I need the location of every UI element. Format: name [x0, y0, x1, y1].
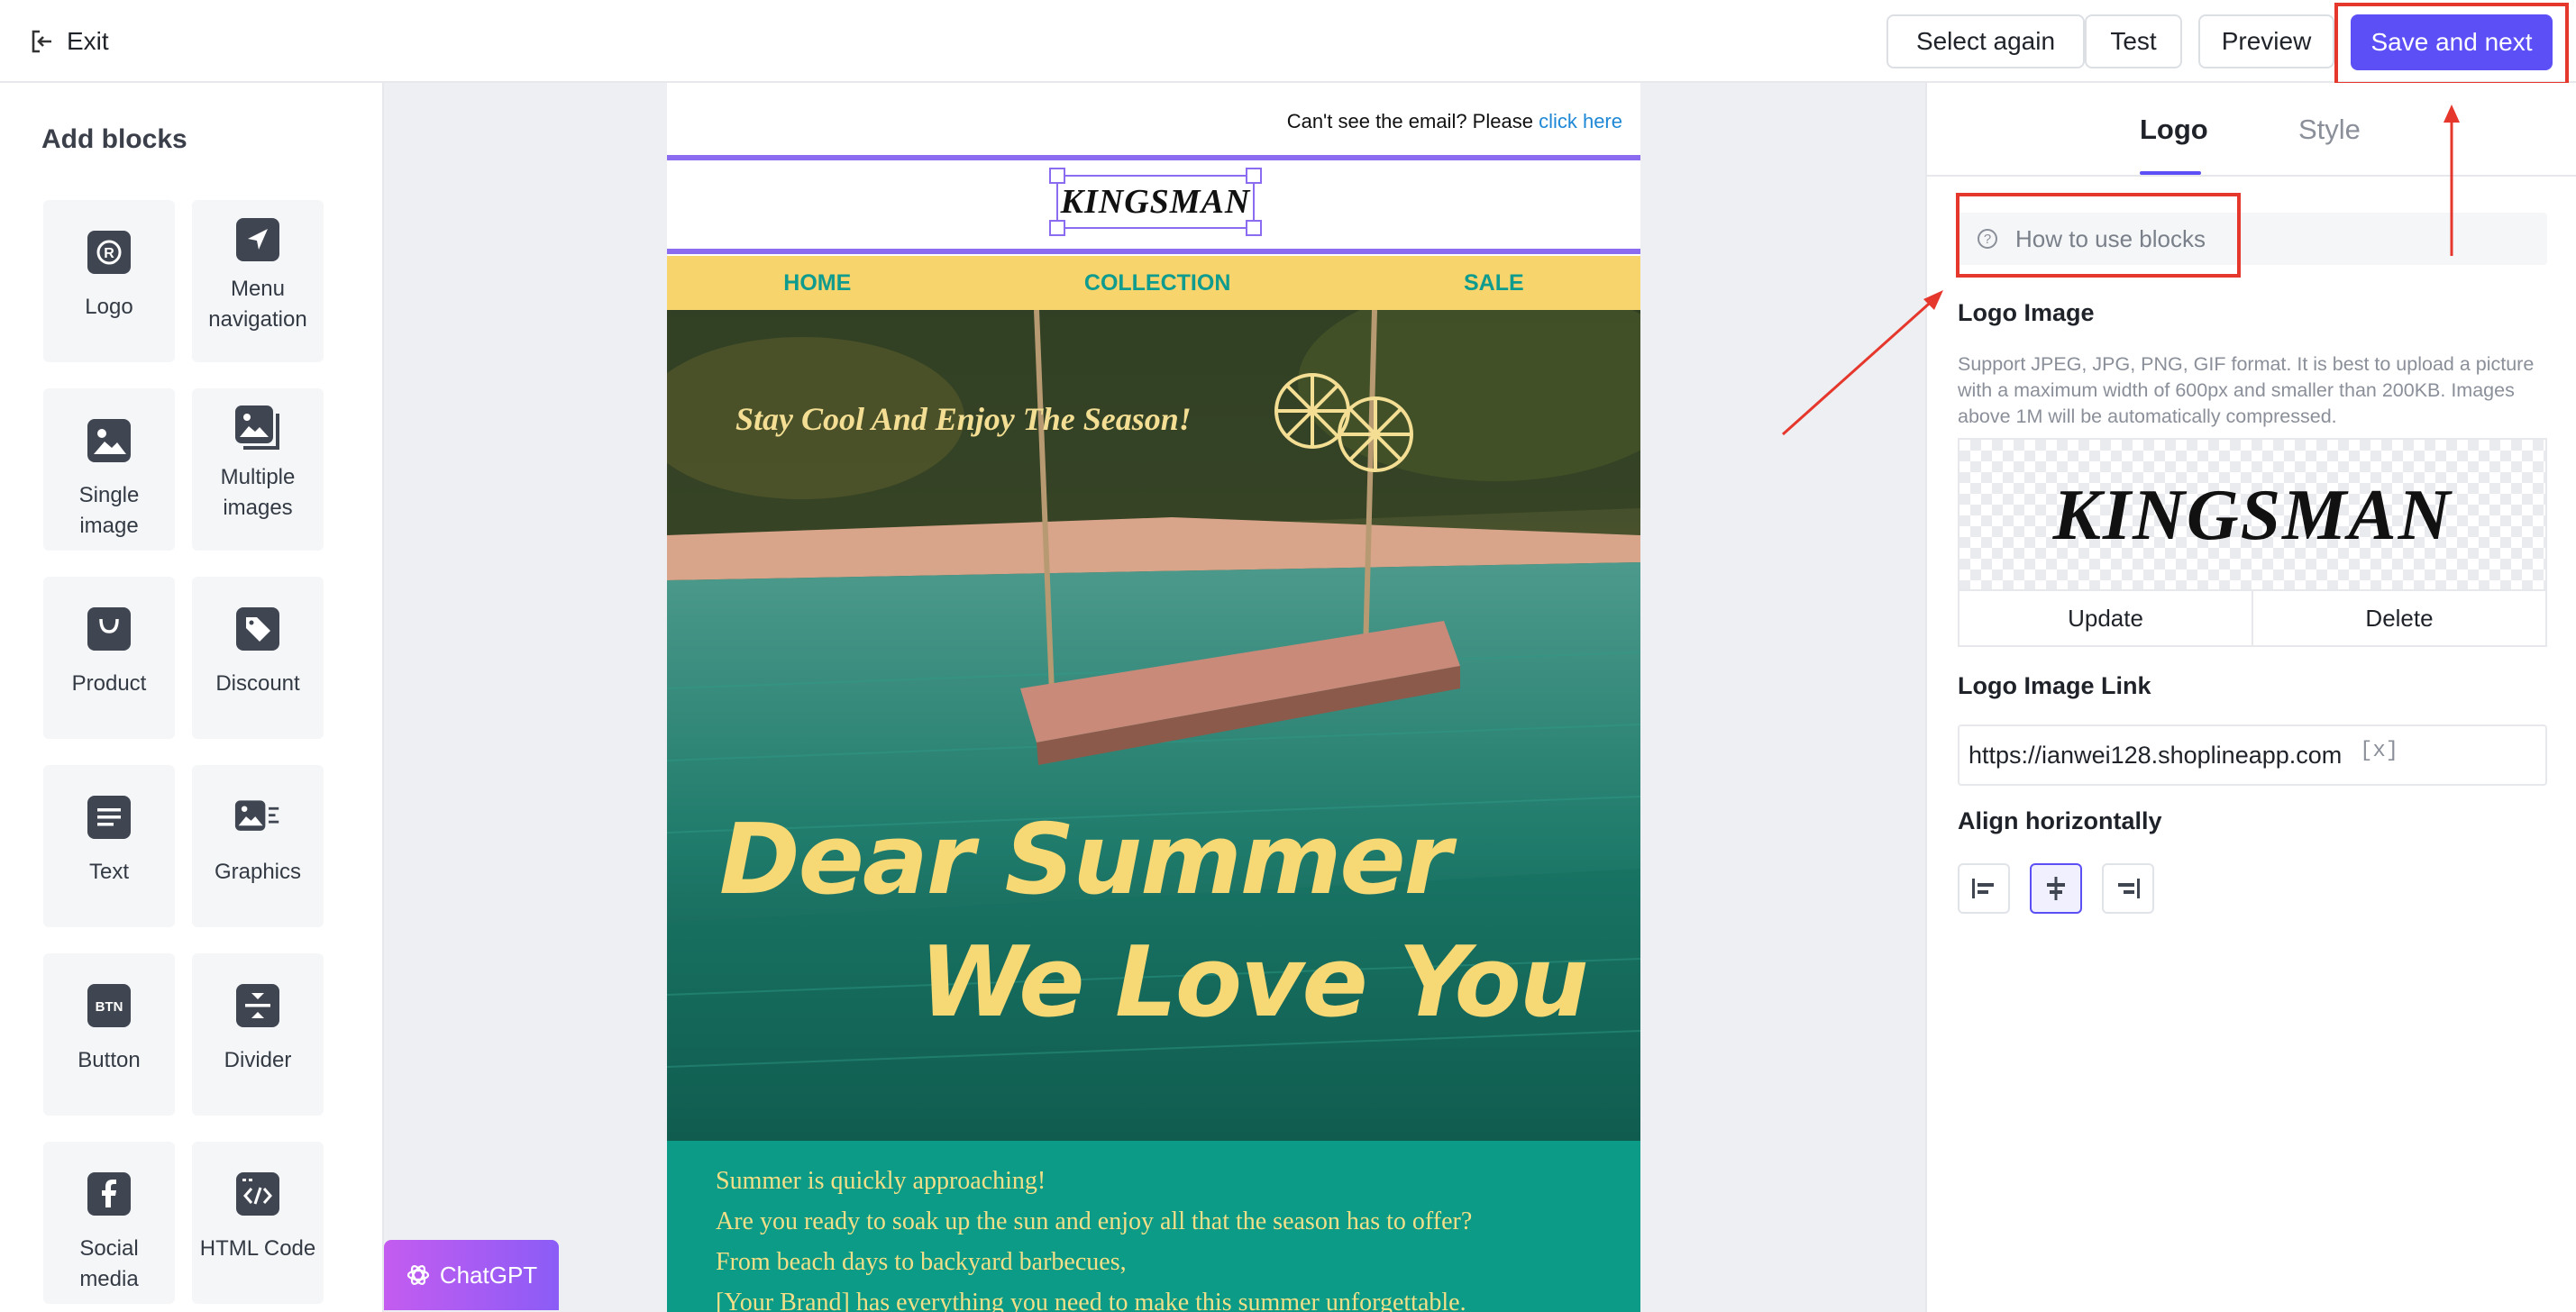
hero-headline-line1: Dear Summer: [719, 804, 1452, 916]
button-icon: BTN: [86, 982, 132, 1029]
block-label: Text: [88, 860, 129, 884]
resize-handle[interactable]: [1049, 220, 1065, 236]
annotation-box-howto: [1956, 193, 2241, 278]
active-tab-indicator: [2140, 171, 2201, 175]
block-graphics[interactable]: Graphics: [192, 765, 324, 927]
email-text-block[interactable]: Summer is quickly approaching! Are you r…: [667, 1141, 1640, 1312]
copy-line: Summer is quickly approaching!: [716, 1167, 1046, 1195]
block-text[interactable]: Text: [43, 765, 175, 927]
navigation-arrow-icon: [234, 216, 281, 263]
logo-link-input[interactable]: [1958, 724, 2547, 786]
email-preview: Can't see the email? Please click here K…: [667, 83, 1640, 1312]
block-html-code[interactable]: HTML Code: [192, 1142, 324, 1304]
button-icon-text: BTN: [96, 999, 123, 1015]
exit-label: Exit: [67, 27, 109, 55]
code-icon: [234, 1171, 281, 1217]
copy-line: From beach days to backyard barbecues,: [716, 1248, 1127, 1276]
chatgpt-button[interactable]: ChatGPT: [384, 1240, 559, 1310]
block-social-media[interactable]: Social media: [43, 1142, 175, 1304]
multiple-images-icon: [234, 405, 281, 451]
email-nav-bar: HOME COLLECTION SALE: [667, 256, 1640, 310]
divider-icon: [234, 982, 281, 1029]
preview-logo-text: KINGSMAN: [2052, 475, 2453, 555]
logo-icon: R: [86, 229, 132, 276]
resize-handle[interactable]: [1246, 220, 1262, 236]
preview-button[interactable]: Preview: [2198, 14, 2334, 68]
block-label: Single image: [78, 483, 140, 538]
shopping-bag-icon: [86, 606, 132, 652]
image-icon: [86, 417, 132, 464]
logo-image-actions: Update Delete: [1958, 589, 2547, 647]
preheader-link[interactable]: click here: [1539, 110, 1622, 132]
hero-tagline: Stay Cool And Enjoy The Season!: [735, 401, 1192, 437]
svg-text:R: R: [104, 246, 114, 261]
block-label: Graphics: [214, 860, 302, 884]
block-label: Product: [71, 671, 147, 696]
exit-button[interactable]: Exit: [31, 23, 109, 59]
resize-handle[interactable]: [1246, 168, 1262, 184]
block-single-image[interactable]: Single image: [43, 388, 175, 551]
settings-tabs: Logo Style: [1927, 83, 2576, 177]
block-divider[interactable]: Divider: [192, 953, 324, 1116]
copy-line: Are you ready to soak up the sun and enj…: [716, 1207, 1473, 1235]
nav-home[interactable]: HOME: [783, 270, 851, 296]
blocks-sidebar: Add blocks R Logo Menu navigation Single…: [0, 83, 384, 1312]
test-button[interactable]: Test: [2085, 14, 2182, 68]
logo-image-label: Logo Image: [1958, 299, 2095, 326]
blocks-title: Add blocks: [41, 124, 187, 154]
block-label: Multiple images: [220, 465, 296, 520]
annotation-box-save: [2334, 3, 2569, 86]
align-left-button[interactable]: [1958, 863, 2010, 914]
text-icon: [86, 794, 132, 841]
openai-icon: [406, 1265, 429, 1285]
facebook-icon: [86, 1171, 132, 1217]
clear-link-button[interactable]: [x]: [2360, 739, 2398, 763]
annotation-arrow-icon: [2444, 105, 2460, 256]
logo-image-preview: KINGSMAN: [1958, 438, 2547, 591]
align-center-button[interactable]: [2030, 863, 2082, 914]
block-multiple-images[interactable]: Multiple images: [192, 388, 324, 551]
nav-collection[interactable]: COLLECTION: [1084, 270, 1231, 296]
block-label: Menu navigation: [208, 277, 307, 332]
align-left-icon: [1972, 879, 1994, 898]
block-menu-navigation[interactable]: Menu navigation: [192, 200, 324, 362]
graphics-icon: [234, 794, 281, 841]
block-label: Discount: [215, 671, 300, 696]
block-label: Logo: [85, 295, 133, 319]
block-label: Button: [78, 1048, 141, 1072]
hero-headline-line2: We Love You: [919, 926, 1589, 1039]
block-label: HTML Code: [199, 1236, 316, 1261]
top-bar: Exit Select again Test Preview Save and …: [0, 0, 2576, 83]
preheader-text: Can't see the email? Please: [1286, 110, 1539, 132]
delete-button[interactable]: Delete: [2253, 591, 2545, 645]
block-logo[interactable]: R Logo: [43, 200, 175, 362]
select-again-button[interactable]: Select again: [1886, 14, 2085, 68]
tab-logo[interactable]: Logo: [2140, 114, 2208, 146]
chatgpt-label: ChatGPT: [439, 1261, 538, 1289]
tab-style[interactable]: Style: [2298, 114, 2361, 146]
block-product[interactable]: Product: [43, 577, 175, 739]
hero-image[interactable]: Stay Cool And Enjoy The Season! Dear Sum…: [667, 310, 1640, 1141]
align-right-icon: [2118, 879, 2140, 898]
exit-icon: [32, 30, 51, 53]
align-right-button[interactable]: [2102, 863, 2154, 914]
block-discount[interactable]: Discount: [192, 577, 324, 739]
tag-icon: [234, 606, 281, 652]
preheader: Can't see the email? Please click here: [1287, 110, 1622, 133]
logo-link-label: Logo Image Link: [1958, 672, 2151, 699]
block-label: Social media: [79, 1236, 139, 1291]
copy-line: [Your Brand] has everything you need to …: [716, 1289, 1466, 1312]
nav-sale[interactable]: SALE: [1464, 270, 1524, 296]
block-label: Divider: [224, 1048, 292, 1072]
email-logo[interactable]: KINGSMAN: [1056, 175, 1255, 229]
update-button[interactable]: Update: [1959, 591, 2253, 645]
resize-handle[interactable]: [1049, 168, 1065, 184]
align-horizontally-label: Align horizontally: [1958, 807, 2162, 834]
logo-image-help-text: Support JPEG, JPG, PNG, GIF format. It i…: [1958, 353, 2535, 427]
align-center-icon: [2047, 877, 2065, 900]
annotation-arrow-icon: [1782, 290, 1943, 436]
logo-block-selected[interactable]: KINGSMAN: [667, 155, 1640, 254]
block-button[interactable]: BTN Button: [43, 953, 175, 1116]
